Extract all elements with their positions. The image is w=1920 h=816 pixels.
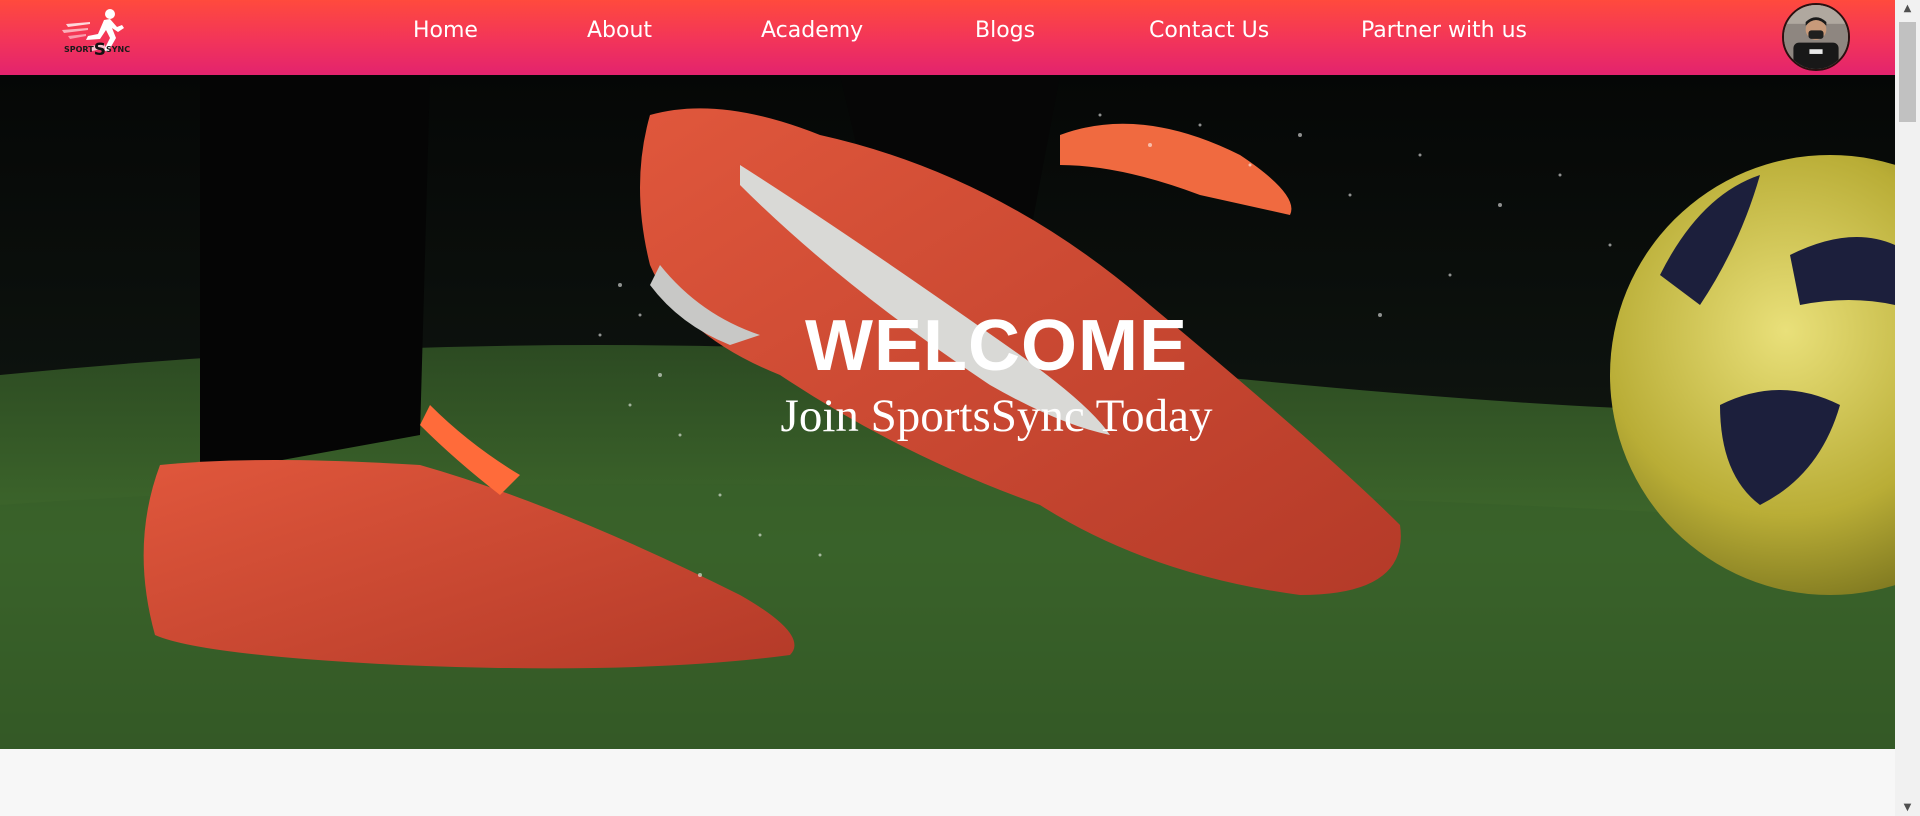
content-area [0, 749, 1895, 816]
nav-link-home[interactable]: Home [413, 18, 478, 43]
nav-link-contact-us[interactable]: Contact Us [1149, 18, 1269, 43]
logo-initial: S [93, 40, 106, 60]
scroll-down-arrow-icon[interactable]: ▼ [1895, 799, 1920, 816]
logo-prefix: SPORT [64, 45, 94, 54]
nav-link-about[interactable]: About [587, 18, 652, 43]
navbar: SPORTSSYNC Home About Academy Blogs Cont… [0, 0, 1895, 75]
logo-wordmark: SPORTSSYNC [64, 40, 130, 60]
hero-title: WELCOME [805, 306, 1188, 386]
nav-link-academy[interactable]: Academy [761, 18, 863, 43]
scrollbar-thumb[interactable] [1899, 22, 1916, 122]
hero-subtitle: Join SportsSync Today [780, 390, 1213, 442]
user-avatar[interactable] [1782, 3, 1850, 71]
logo-suffix: SYNC [105, 45, 131, 54]
page-scrollbar[interactable]: ▲ ▼ [1895, 0, 1920, 816]
hero-banner: WELCOME Join SportsSync Today [0, 75, 1895, 749]
nav-link-partner-with-us[interactable]: Partner with us [1361, 18, 1527, 43]
sportssync-logo[interactable]: SPORTSSYNC [60, 6, 132, 68]
nav-link-blogs[interactable]: Blogs [975, 18, 1035, 43]
scroll-up-arrow-icon[interactable]: ▲ [1895, 0, 1920, 17]
user-avatar-icon [1784, 5, 1848, 69]
